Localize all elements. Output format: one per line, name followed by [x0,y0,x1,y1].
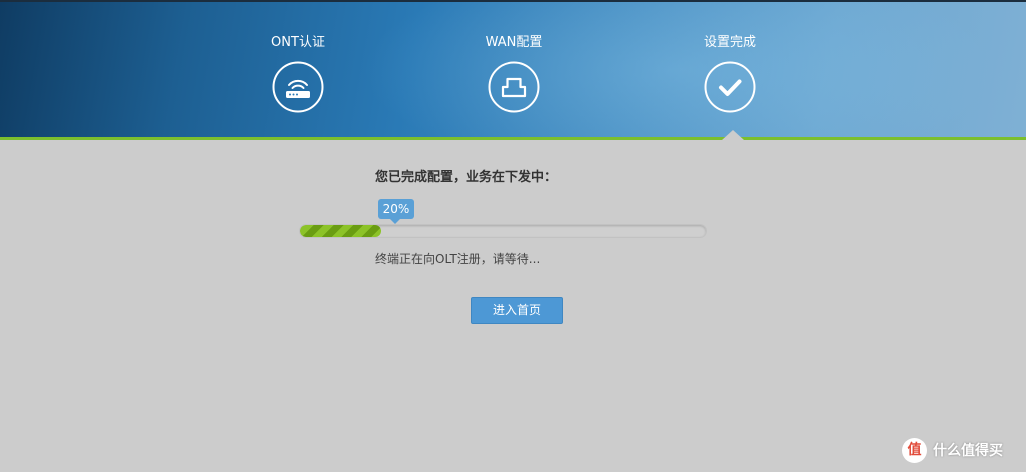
step-wan-config-label: WAN配置 [485,35,543,50]
header-accent-line [0,137,1026,140]
registration-status-text: 终端正在向OLT注册，请等待... [375,252,541,266]
step-ont-auth: ONT认证 [238,34,358,113]
step-wan-config: WAN配置 [454,34,574,113]
step-setup-complete: 设置完成 [670,34,790,113]
header-banner: ONT认证 WAN配置 设置完成 [0,0,1026,137]
enter-home-button[interactable]: 进入首页 [471,297,563,324]
progress-tooltip: 20% [378,199,414,219]
router-wifi-icon [272,61,324,113]
step-ont-auth-label: ONT认证 [271,35,325,50]
watermark-logo-icon: 值 [902,437,927,463]
progress-bar-fill [300,225,382,237]
step-setup-complete-label: 设置完成 [703,35,756,50]
checkmark-icon [704,61,756,113]
top-border [0,0,1026,2]
network-port-icon [488,61,540,113]
config-complete-title: 您已完成配置，业务在下发中： [375,170,558,185]
progress-bar [299,224,707,238]
active-step-pointer [722,130,744,140]
watermark-text: 什么值得买 [933,443,1003,459]
watermark: 值 什么值得买 [902,436,1003,464]
